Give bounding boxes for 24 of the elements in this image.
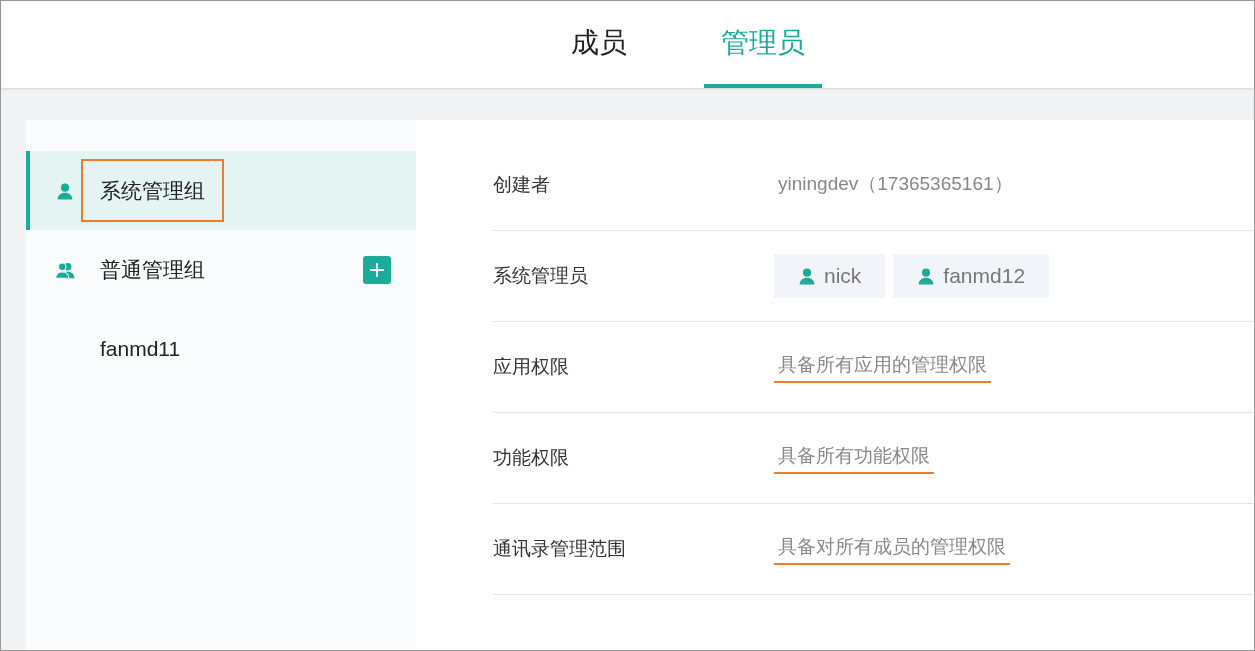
user-name: nick (824, 263, 862, 290)
people-icon (54, 260, 76, 279)
field-value: yiningdev（17365365161） (777, 171, 1014, 196)
field-label: 功能权限 (493, 445, 570, 470)
group-name: 系统管理组 (81, 158, 224, 223)
field-label: 通讯录管理范围 (493, 536, 627, 561)
field-value: 具备所有功能权限 (774, 441, 934, 475)
field-label: 创建者 (493, 172, 551, 197)
field-label: 系统管理员 (493, 263, 589, 288)
person-icon (917, 267, 936, 285)
field-value: 具备所有应用的管理权限 (774, 350, 991, 384)
group-name: fanmd11 (100, 335, 181, 362)
field-value: 具备对所有成员的管理权限 (774, 532, 1010, 566)
field-label: 应用权限 (493, 354, 570, 379)
sidebar-item[interactable]: 系统管理组 (26, 151, 416, 230)
person-icon (798, 267, 816, 285)
group-name: 普通管理组 (100, 256, 205, 283)
user-name: fanmd12 (943, 263, 1026, 290)
person-icon (56, 181, 74, 200)
add-button[interactable] (363, 255, 391, 284)
plus-icon (369, 261, 385, 278)
sidebar-item[interactable]: fanmd11 (26, 309, 416, 388)
sidebar-item[interactable]: 普通管理组 (26, 230, 416, 309)
tab[interactable]: 成员 (553, 1, 644, 88)
